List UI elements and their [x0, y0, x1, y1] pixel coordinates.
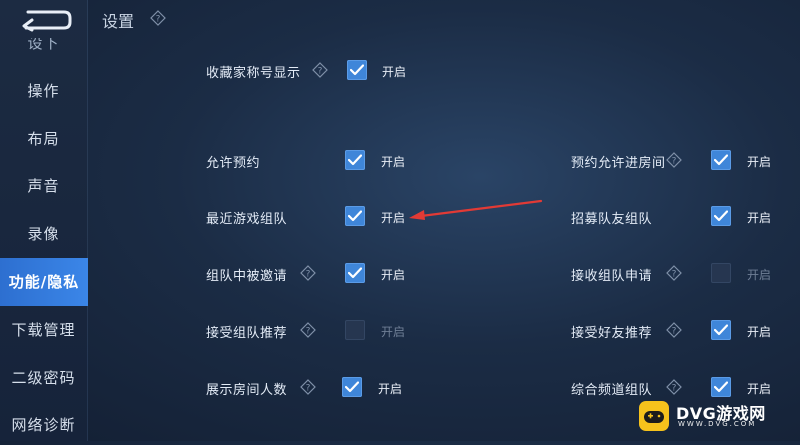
check-icon [348, 210, 362, 222]
help-icon[interactable]: ? [666, 265, 682, 281]
check-icon [348, 154, 362, 166]
sidebar-item-download[interactable]: 下载管理 [0, 310, 87, 350]
check-icon [714, 381, 728, 393]
general-channel-team-state: 开启 [747, 382, 772, 396]
help-icon[interactable]: ? [666, 379, 682, 395]
setting-label-receive-team-request: 接收组队申请 [571, 269, 653, 284]
svg-text:?: ? [156, 15, 161, 25]
sidebar-item-label: 二级密码 [11, 369, 76, 387]
accept-team-recommend-state: 开启 [381, 325, 406, 339]
reservation-join-room-state: 开启 [747, 155, 772, 169]
setting-label-accept-friend-recommend: 接受好友推荐 [571, 326, 653, 341]
sidebar-item-secondary-password[interactable]: 二级密码 [0, 358, 87, 398]
sidebar: 设下 操作 布局 声音 录像 功能/隐私 下载管理 二级密码 网络诊断 [0, 0, 88, 441]
sidebar-item-label: 功能/隐私 [8, 273, 80, 291]
setting-label-show-room-count: 展示房间人数 [206, 383, 288, 398]
setting-label-general-channel-team: 综合频道组队 [571, 383, 653, 398]
check-icon [714, 324, 728, 336]
receive-team-request-checkbox[interactable] [711, 263, 731, 283]
sidebar-item-cut[interactable]: 设下 [0, 38, 87, 54]
page-title: 设置 [102, 12, 135, 31]
svg-text:?: ? [672, 327, 677, 337]
recent-game-team-state: 开启 [381, 211, 406, 225]
sidebar-item-network[interactable]: 网络诊断 [0, 405, 87, 445]
sidebar-item-label: 操作 [27, 82, 60, 100]
svg-text:?: ? [672, 384, 677, 394]
back-icon [22, 10, 72, 32]
accept-team-recommend-checkbox[interactable] [345, 320, 365, 340]
gamepad-logo-icon [639, 401, 669, 431]
sidebar-item-sound[interactable]: 声音 [0, 166, 87, 206]
sidebar-item-controls[interactable]: 操作 [0, 71, 87, 111]
check-icon [348, 267, 362, 279]
help-icon[interactable]: ? [312, 62, 328, 78]
svg-text:?: ? [306, 327, 311, 337]
sidebar-item-label: 下载管理 [11, 321, 76, 339]
setting-label-recruit-team: 招募队友组队 [571, 212, 653, 227]
check-icon [714, 210, 728, 222]
check-icon [714, 154, 728, 166]
sidebar-item-label: 声音 [27, 177, 60, 195]
watermark-url: WWW.DVG.COM [678, 420, 757, 428]
general-channel-team-checkbox[interactable] [711, 377, 731, 397]
collector-title-checkbox[interactable] [347, 60, 367, 80]
setting-label-accept-team-recommend: 接受组队推荐 [206, 326, 288, 341]
recruit-team-state: 开启 [747, 211, 772, 225]
svg-text:?: ? [318, 67, 323, 77]
svg-text:?: ? [306, 384, 311, 394]
sidebar-item-label: 网络诊断 [11, 416, 76, 434]
allow-reservation-checkbox[interactable] [345, 150, 365, 170]
accept-friend-recommend-state: 开启 [747, 325, 772, 339]
check-icon [350, 64, 364, 76]
sidebar-item-label: 录像 [27, 225, 60, 243]
sidebar-item-label: 布局 [27, 130, 60, 148]
invited-in-team-state: 开启 [381, 268, 406, 282]
reservation-join-room-checkbox[interactable] [711, 150, 731, 170]
receive-team-request-state: 开启 [747, 268, 772, 282]
recruit-team-checkbox[interactable] [711, 206, 731, 226]
help-icon[interactable]: ? [300, 265, 316, 281]
help-icon[interactable]: ? [666, 152, 682, 168]
check-icon [345, 381, 359, 393]
show-room-count-state: 开启 [378, 382, 403, 396]
help-icon[interactable]: ? [300, 322, 316, 338]
invited-in-team-checkbox[interactable] [345, 263, 365, 283]
watermark-logo: DVG游戏网 WWW.DVG.COM [638, 399, 790, 433]
setting-label-invited-in-team: 组队中被邀请 [206, 269, 288, 284]
annotation-arrow-icon [409, 199, 543, 220]
svg-text:?: ? [672, 157, 677, 167]
recent-game-team-checkbox[interactable] [345, 206, 365, 226]
help-icon[interactable]: ? [666, 322, 682, 338]
setting-label-collector-title: 收藏家称号显示 [206, 66, 301, 81]
help-icon[interactable]: ? [300, 379, 316, 395]
allow-reservation-state: 开启 [381, 155, 406, 169]
svg-text:?: ? [672, 270, 677, 280]
help-icon[interactable]: ? [150, 10, 166, 26]
setting-label-allow-reservation: 允许预约 [206, 156, 261, 171]
sidebar-item-label: 设下 [27, 38, 60, 52]
collector-title-state: 开启 [382, 65, 407, 79]
sidebar-item-layout[interactable]: 布局 [0, 119, 87, 159]
accept-friend-recommend-checkbox[interactable] [711, 320, 731, 340]
setting-label-recent-game-team: 最近游戏组队 [206, 212, 288, 227]
sidebar-item-features-privacy[interactable]: 功能/隐私 [0, 258, 88, 306]
sidebar-item-recording[interactable]: 录像 [0, 214, 87, 254]
back-button[interactable] [14, 6, 74, 34]
show-room-count-checkbox[interactable] [342, 377, 362, 397]
svg-text:?: ? [306, 270, 311, 280]
setting-label-reservation-join-room: 预约允许进房间 [571, 156, 666, 171]
